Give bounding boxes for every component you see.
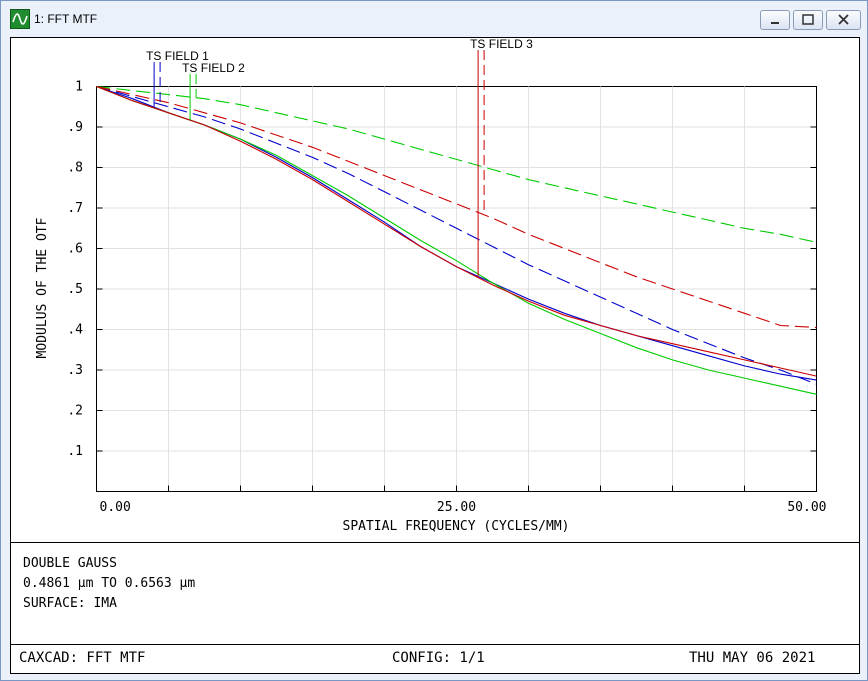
- maximize-icon: [802, 14, 814, 25]
- y-tick-label: .5: [67, 282, 83, 297]
- window-title: 1: FFT MTF: [34, 12, 98, 26]
- tick-labels: 1 .9 .8 .7 .6 .5 .4 .3 .2 .1 0.00 25.00 50.00: [67, 80, 826, 516]
- footer-program: CAXCAD: FFT MTF: [19, 650, 146, 666]
- x-tick-label: 50.00: [787, 500, 826, 515]
- plot-client-area: TS FIELD 1 TS FIELD 2 TS FIELD 3 1.9.8.7.6…: [10, 37, 860, 674]
- y-tick-label: .3: [67, 363, 83, 378]
- wavelength-range: 0.4861 µm TO 0.6563 µm: [23, 576, 196, 591]
- mtf-window: 1: FFT MTF TS FIELD 1 TS FIELD 2 TS FIELD …: [0, 0, 868, 681]
- y-tick-label: .8: [67, 161, 83, 176]
- y-tick-label: 1: [75, 80, 83, 95]
- lens-name: DOUBLE GAUSS: [23, 556, 117, 571]
- grid: [96, 86, 817, 492]
- minimize-button[interactable]: [760, 10, 790, 30]
- y-tick-label: .1: [67, 444, 83, 459]
- close-icon: [838, 14, 849, 25]
- footer-date: THU MAY 06 2021: [689, 650, 816, 666]
- title-bar[interactable]: 1: FFT MTF: [1, 1, 867, 37]
- y-tick-label: .2: [67, 404, 83, 419]
- y-axis-label: MODULUS OF THE OTF: [35, 217, 50, 358]
- y-tick-label: .4: [67, 323, 83, 338]
- field-label: TS FIELD 2: [182, 61, 245, 75]
- x-tick-label: 25.00: [437, 500, 476, 515]
- maximize-button[interactable]: [793, 10, 823, 30]
- y-tick-label: .7: [67, 201, 83, 216]
- close-button[interactable]: [826, 10, 861, 30]
- footer-config: CONFIG: 1/1: [392, 650, 485, 666]
- x-tick-label: 0.00: [100, 500, 131, 515]
- minimize-icon: [771, 22, 779, 24]
- y-tick-label: .9: [67, 120, 83, 135]
- surface-label: SURFACE: IMA: [23, 596, 117, 611]
- sine-wave-icon[interactable]: [10, 9, 30, 29]
- y-tick-label: .6: [67, 242, 83, 257]
- x-axis-label: SPATIAL FREQUENCY (CYCLES/MM): [343, 519, 570, 534]
- field-label: TS FIELD 3: [470, 38, 533, 51]
